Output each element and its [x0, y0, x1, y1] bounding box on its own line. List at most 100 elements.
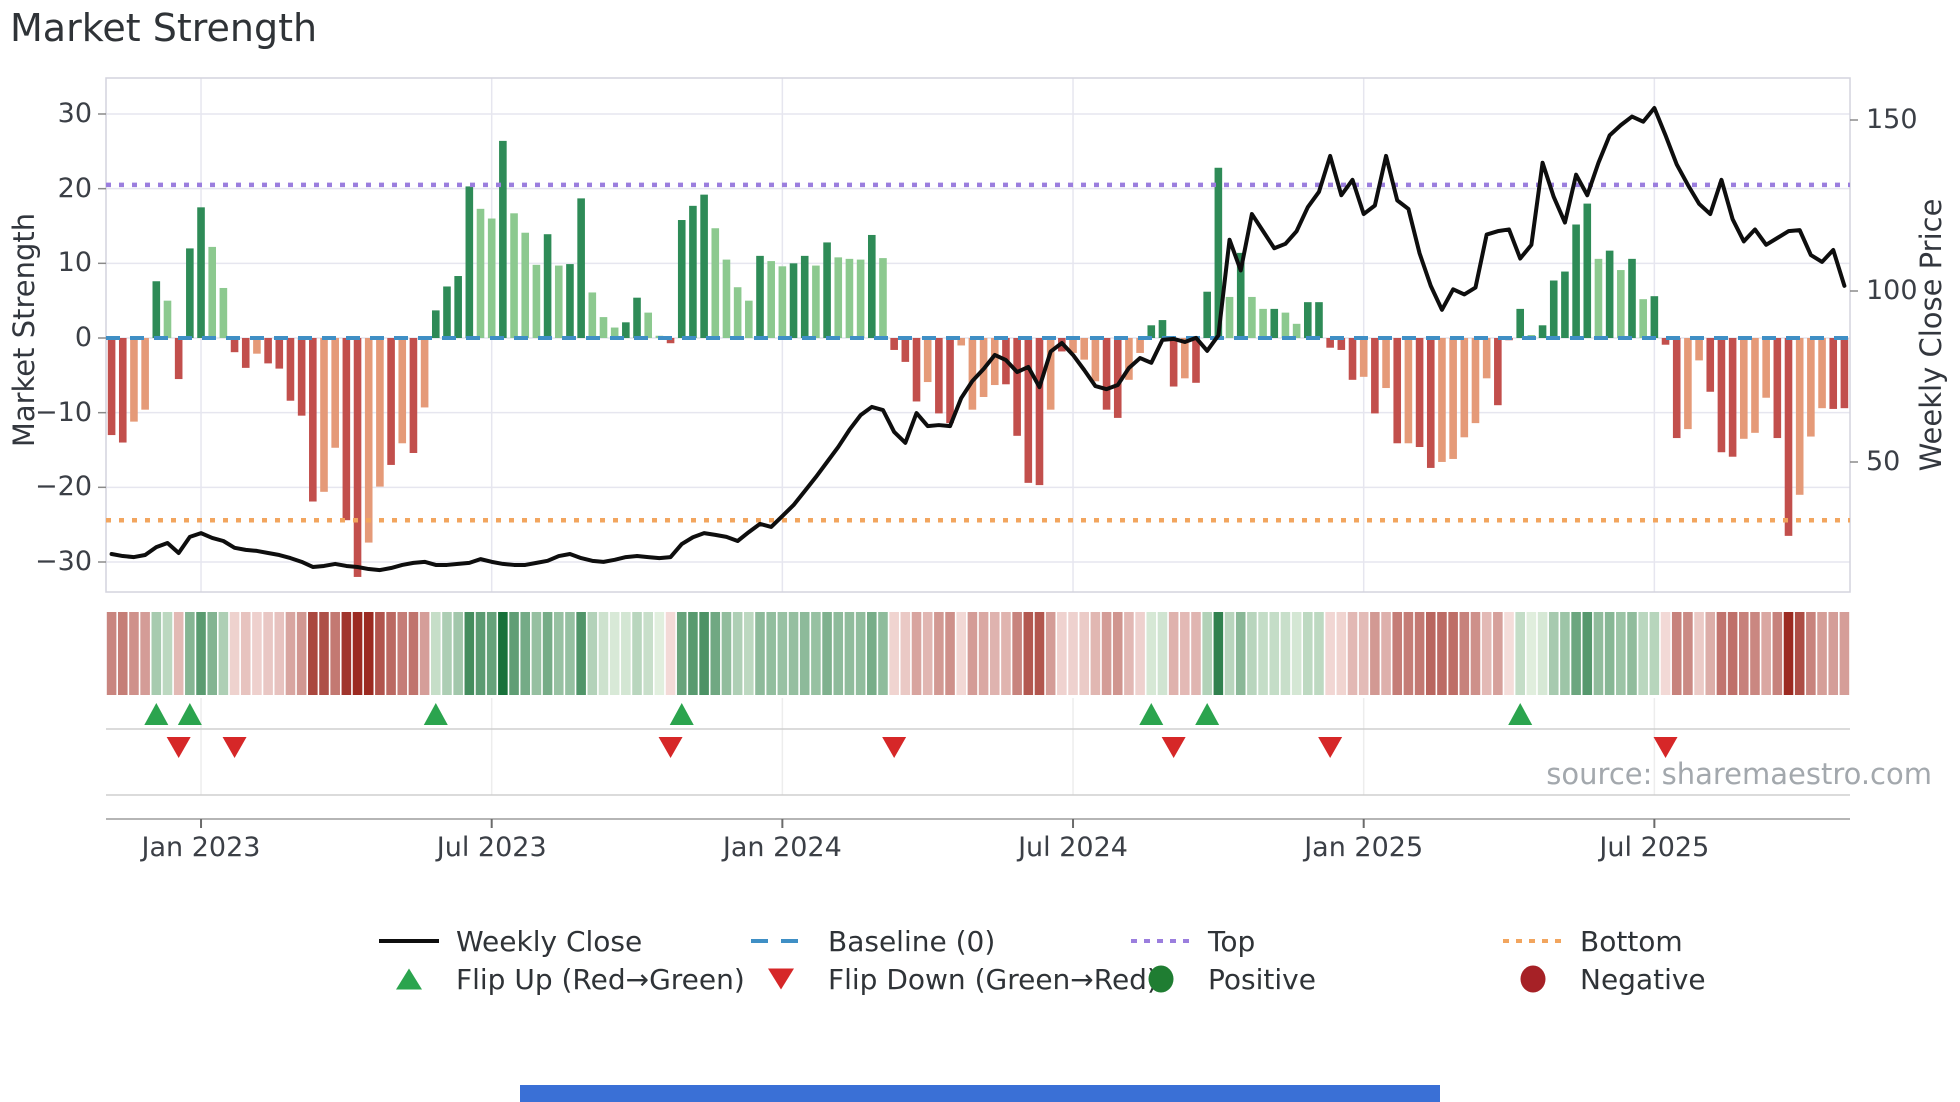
strength-bar — [342, 338, 351, 521]
heatmap-cell — [1526, 612, 1537, 695]
heatmap-cell — [218, 612, 229, 695]
heatmap-cell — [1548, 612, 1559, 695]
heatmap-cell — [565, 612, 575, 695]
heatmap-cell — [1347, 612, 1358, 695]
strength-bar — [1460, 338, 1469, 438]
strength-bar — [622, 322, 630, 338]
flip-up-marker — [423, 703, 448, 725]
heatmap-cell — [1806, 612, 1816, 695]
flip-up-marker — [669, 703, 694, 725]
y-tick-label-left: −30 — [35, 546, 92, 577]
strength-bar — [1751, 338, 1759, 433]
heatmap-cell — [1504, 612, 1514, 695]
strength-bar — [733, 287, 742, 338]
strength-bar — [867, 234, 876, 338]
legend-item-flip-down-green-red: Flip Down (Green→Red) — [750, 962, 1158, 996]
heatmap-cell — [1314, 612, 1324, 695]
heatmap-cell — [330, 612, 340, 695]
heatmap-cell — [978, 612, 989, 695]
x-tick-label: Jan 2024 — [722, 832, 842, 863]
heatmap-cell — [1280, 612, 1291, 695]
heatmap-cell — [1392, 612, 1403, 695]
heatmap-cell — [833, 612, 844, 695]
strength-bar — [230, 338, 239, 353]
y-tick-label-left: 0 — [74, 322, 92, 353]
y-tick-label-right: 150 — [1866, 104, 1918, 135]
strength-bar — [1471, 338, 1480, 424]
strength-bar — [1169, 338, 1178, 387]
heatmap-cell — [486, 612, 497, 695]
heatmap-cell — [308, 612, 318, 695]
baseline-swatch — [750, 926, 812, 956]
strength-bar — [141, 338, 149, 410]
strength-bar — [309, 338, 317, 502]
strength-bar — [1784, 338, 1793, 536]
strength-bar — [566, 264, 574, 338]
heatmap-cell — [598, 612, 609, 695]
heatmap-cell — [654, 612, 665, 695]
market-strength-page: Market Strength Market Strength Weekly C… — [0, 0, 1960, 1102]
strength-bar — [599, 317, 608, 338]
strength-bar — [286, 338, 295, 401]
heatmap-cell — [386, 612, 396, 695]
heatmap-cell — [442, 612, 452, 695]
strength-bar — [935, 338, 943, 414]
heatmap-cell — [1683, 612, 1693, 695]
heatmap-cell — [1068, 612, 1078, 695]
flip-down-marker — [222, 737, 247, 758]
flip-up-marker — [1508, 703, 1533, 725]
heatmap-cell — [732, 612, 743, 695]
strength-bar — [353, 338, 362, 577]
strength-bar — [1371, 338, 1379, 414]
heatmap-cell — [1649, 612, 1660, 695]
heatmap-cell — [1381, 612, 1391, 695]
heatmap-cell — [363, 612, 374, 695]
heatmap-cell — [106, 612, 117, 695]
strength-bar — [152, 281, 161, 338]
y-tick-label-left: −20 — [35, 471, 92, 503]
strength-bar — [1102, 338, 1111, 410]
heatmap-cell — [889, 612, 899, 695]
heatmap-cell — [1414, 612, 1425, 695]
strength-bar — [1650, 296, 1659, 338]
strength-bar — [1303, 302, 1312, 338]
heatmap-cell — [1213, 612, 1224, 695]
heatmap-cell — [766, 612, 776, 695]
heatmap-cell — [811, 612, 821, 695]
heatmap-cell — [1493, 612, 1503, 695]
heatmap-cell — [587, 612, 598, 695]
strength-bar — [1639, 299, 1647, 338]
strength-bar — [420, 338, 429, 408]
strength-bar — [409, 338, 418, 453]
flip-up-marker — [1139, 703, 1164, 725]
heatmap-cell — [1202, 612, 1212, 695]
heatmap-cell — [1180, 612, 1190, 695]
strength-bar — [499, 140, 507, 338]
heatmap-cell — [1604, 612, 1615, 695]
strength-bar — [633, 297, 641, 338]
flip-down-marker — [1161, 737, 1186, 758]
legend-item-bottom: Bottom — [1502, 924, 1683, 958]
heatmap-cell — [1437, 612, 1447, 695]
heatmap-cell — [117, 612, 128, 695]
strength-bar — [800, 255, 809, 338]
heatmap-cell — [1459, 612, 1470, 695]
strength-bar — [890, 338, 898, 350]
strength-bar — [197, 207, 205, 338]
strength-bar — [241, 338, 250, 368]
heatmap-cell — [1191, 612, 1201, 695]
strength-bar — [1773, 338, 1782, 439]
heatmap-cell — [1168, 612, 1179, 695]
heatmap-cell — [1303, 612, 1313, 695]
heatmap-cell — [699, 612, 709, 695]
heatmap-cell — [945, 612, 955, 695]
heatmap-cell — [1135, 612, 1145, 695]
strength-bar — [387, 338, 395, 465]
strength-bar — [1438, 338, 1446, 462]
strength-bar — [264, 338, 272, 364]
heatmap-cell — [1761, 612, 1771, 695]
strength-bar — [1449, 338, 1457, 459]
strength-bar — [1829, 338, 1838, 409]
heatmap-cell — [878, 612, 888, 695]
strength-bar — [845, 258, 854, 338]
